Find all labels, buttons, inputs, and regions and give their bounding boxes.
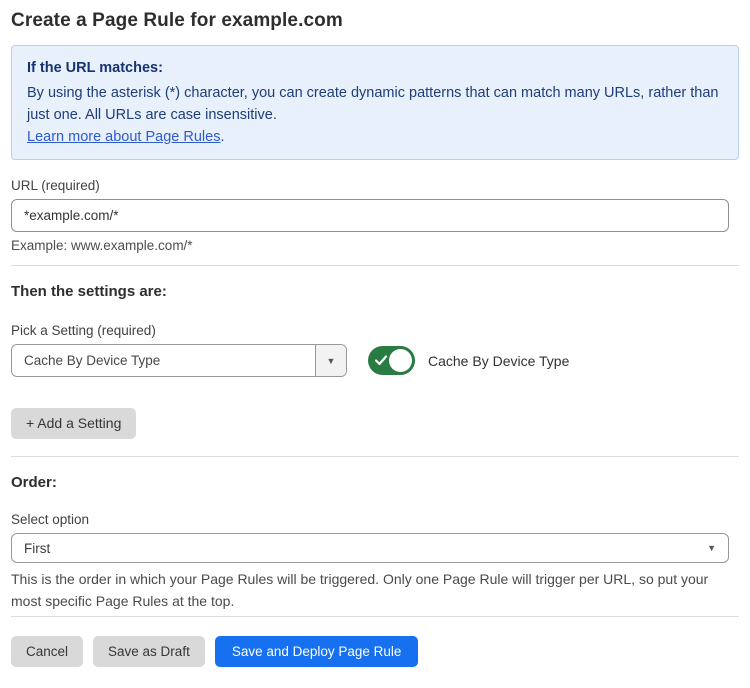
info-box-heading: If the URL matches: [27,57,723,79]
info-box-body: By using the asterisk (*) character, you… [27,82,723,126]
info-box-link-line: Learn more about Page Rules. [27,126,723,148]
pick-setting-label: Pick a Setting (required) [11,323,739,338]
page-title: Create a Page Rule for example.com [11,10,739,32]
check-icon [375,354,387,366]
order-select[interactable]: First ▼ [11,533,729,563]
divider [11,265,739,266]
save-and-deploy-button[interactable]: Save and Deploy Page Rule [215,636,419,667]
chevron-down-icon: ▼ [707,543,716,553]
url-input[interactable] [11,199,729,232]
url-match-info-box: If the URL matches: By using the asteris… [11,45,739,160]
page-rule-form: Create a Page Rule for example.com If th… [0,0,750,667]
order-helper-text: This is the order in which your Page Rul… [11,568,721,612]
order-section-heading: Order: [11,474,739,491]
learn-more-link[interactable]: Learn more about Page Rules [27,129,220,145]
cancel-button[interactable]: Cancel [11,636,83,667]
setting-select[interactable]: Cache By Device Type ▼ [11,344,347,377]
setting-toggle[interactable] [368,346,415,375]
divider [11,456,739,457]
link-suffix: . [220,129,224,145]
order-select-value: First [24,541,50,556]
add-setting-button[interactable]: + Add a Setting [11,408,136,439]
footer-buttons: Cancel Save as Draft Save and Deploy Pag… [11,636,739,667]
toggle-knob [389,349,412,372]
setting-toggle-label: Cache By Device Type [428,353,569,369]
divider [11,616,739,617]
save-as-draft-button[interactable]: Save as Draft [93,636,205,667]
chevron-down-icon[interactable]: ▼ [315,345,346,376]
setting-row: Cache By Device Type ▼ Cache By Device T… [11,344,739,377]
order-select-label: Select option [11,512,739,527]
settings-section-heading: Then the settings are: [11,283,739,300]
url-example-helper: Example: www.example.com/* [11,238,739,253]
setting-select-value: Cache By Device Type [12,345,315,376]
url-field-label: URL (required) [11,178,739,193]
